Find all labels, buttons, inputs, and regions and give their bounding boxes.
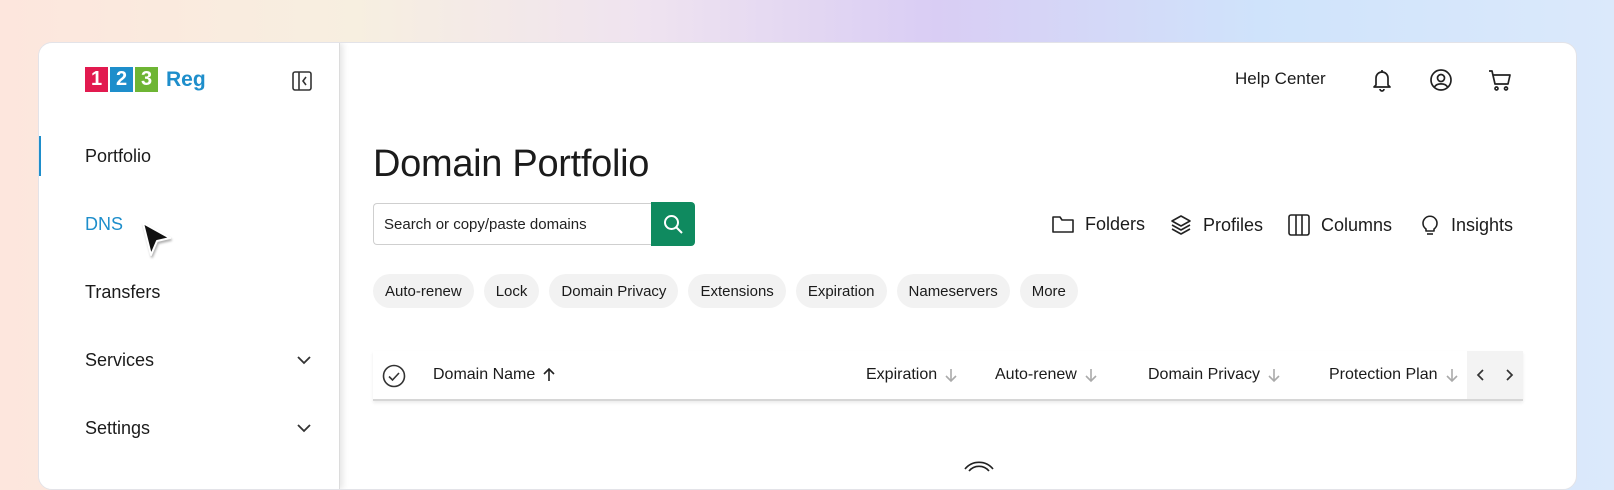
sidebar-item-portfolio[interactable]: Portfolio [39,136,341,176]
chevron-right-icon[interactable] [1502,368,1516,382]
insights-label: Insights [1451,214,1514,235]
logo-digit-2: 2 [110,67,133,92]
app-window: 1 2 3 Reg Portfolio DNS Transfers Servic… [38,42,1577,490]
sidebar-item-label: Services [85,349,155,370]
filter-chip-nameservers[interactable]: Nameservers [896,274,1010,308]
filter-chip-extensions[interactable]: Extensions [688,274,786,308]
columns-icon [1287,213,1321,237]
column-label: Domain Privacy [1148,366,1261,383]
column-label: Expiration [866,366,938,383]
folder-icon [1051,213,1085,235]
search-bar [373,202,695,247]
chevron-down-icon [295,419,313,437]
sidebar-item-label: Portfolio [85,145,152,166]
search-button[interactable] [651,202,695,246]
filter-chip-lock[interactable]: Lock [483,274,540,308]
filter-chip-auto-renew[interactable]: Auto-renew [373,274,474,308]
logo-digit-3: 3 [135,67,158,92]
sidebar-item-dns[interactable]: DNS [39,204,339,244]
filter-chip-domain-privacy[interactable]: Domain Privacy [549,274,679,308]
main-content: Help Center Domain Portfolio Search or c… [339,43,1576,489]
page-title: Domain Portfolio [373,143,650,185]
sidebar-item-label: Transfers [85,281,161,302]
sidebar-item-label: DNS [85,213,124,234]
cart-icon[interactable] [1487,67,1513,93]
profiles-label: Profiles [1203,214,1264,235]
chevron-down-icon [295,351,313,369]
sidebar: 1 2 3 Reg Portfolio DNS Transfers Servic… [39,43,340,489]
folders-label: Folders [1085,213,1146,234]
filter-chip-expiration[interactable]: Expiration [795,274,887,308]
column-header-domain-privacy[interactable]: Domain Privacy [1148,366,1282,384]
filter-chips: Auto-renew Lock Domain Privacy Extension… [373,274,1088,308]
column-label: Protection Plan [1329,366,1438,383]
column-header-auto-renew[interactable]: Auto-renew [995,366,1099,384]
chevron-left-icon[interactable] [1474,368,1488,382]
layers-icon [1169,213,1203,237]
lightbulb-icon [1419,213,1451,237]
logo-digit-1: 1 [85,67,108,92]
insights-button[interactable]: Insights [1419,213,1513,237]
arrow-down-icon [1438,367,1460,383]
help-center-link[interactable]: Help Center [1235,69,1326,89]
filter-chip-more[interactable]: More [1019,274,1078,308]
column-label: Domain Name [433,366,536,383]
column-header-protection-plan[interactable]: Protection Plan [1329,366,1460,384]
column-label: Auto-renew [995,366,1077,383]
logo-word: Reg [166,67,206,91]
sidebar-item-transfers[interactable]: Transfers [39,272,339,312]
columns-label: Columns [1321,214,1393,235]
arrow-down-icon [937,367,959,383]
search-icon [662,213,684,235]
logo[interactable]: 1 2 3 Reg [85,67,206,92]
user-icon[interactable] [1428,67,1454,93]
column-pager [1467,351,1523,399]
table-header: Domain Name Expiration Auto-renew Domain… [373,351,1523,401]
arrow-down-icon [1077,367,1099,383]
arrow-down-icon [1260,367,1282,383]
select-all-checkbox[interactable] [382,364,406,393]
profiles-button[interactable]: Profiles [1169,213,1263,237]
loading-spinner-icon [959,457,999,489]
arrow-up-icon [535,367,557,383]
column-header-expiration[interactable]: Expiration [866,366,959,384]
sidebar-item-label: Settings [85,417,151,438]
sidebar-item-settings[interactable]: Settings [39,408,339,448]
columns-button[interactable]: Columns [1287,213,1392,237]
bell-icon[interactable] [1369,67,1395,93]
search-input[interactable] [373,203,651,245]
folders-button[interactable]: Folders [1051,213,1145,235]
mouse-pointer-icon [140,221,174,261]
column-header-domain-name[interactable]: Domain Name [433,366,557,384]
collapse-sidebar-icon[interactable] [291,70,313,92]
sidebar-item-services[interactable]: Services [39,340,339,380]
